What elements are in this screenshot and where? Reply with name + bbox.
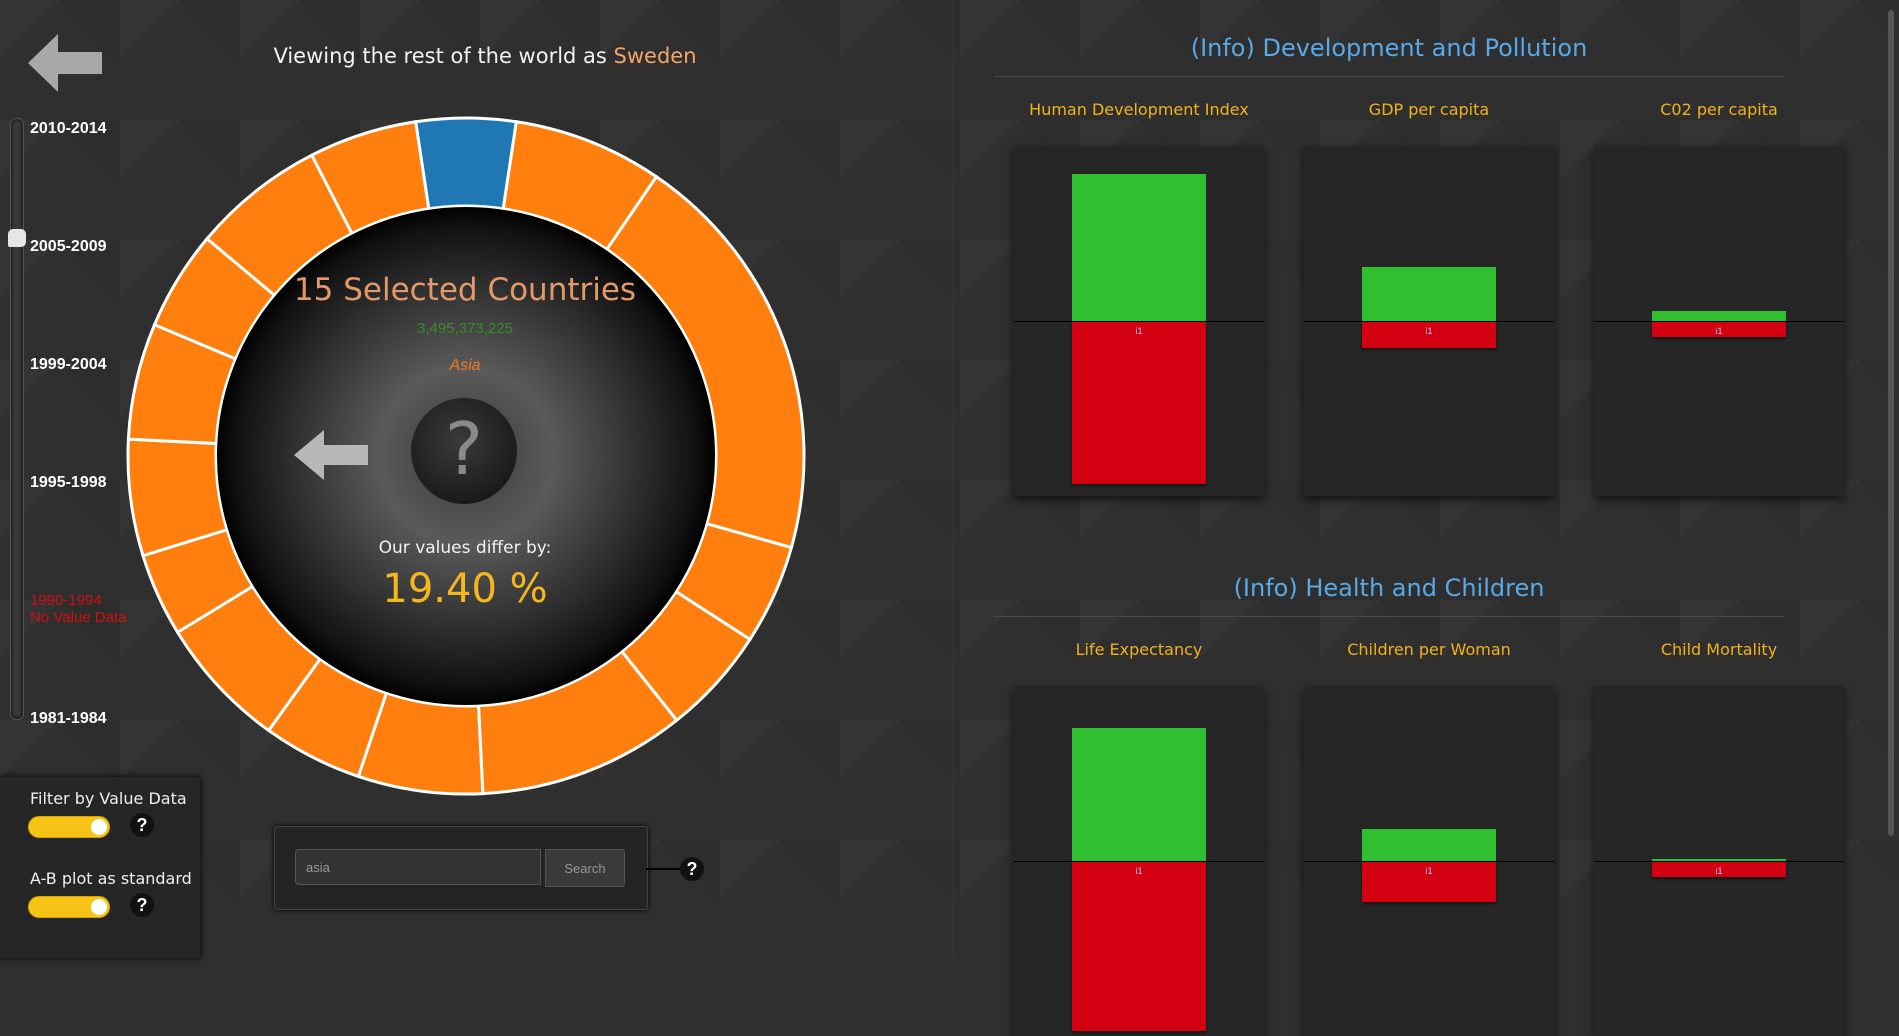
metric-bar-positive xyxy=(1362,267,1496,321)
filter-value-help-icon[interactable]: ? xyxy=(130,813,154,837)
metric-bar-label: i1 xyxy=(1715,866,1723,876)
toggle-knob xyxy=(91,899,107,915)
metric-bar-positive xyxy=(1072,174,1206,321)
metric-bar-negative xyxy=(1072,322,1206,484)
search-input[interactable] xyxy=(295,849,541,885)
metric-title-children-per-woman: Children per Woman xyxy=(1347,640,1511,659)
filter-panel: Filter by Value Data ? A-B plot as stand… xyxy=(0,777,200,958)
metric-bar-positive xyxy=(1652,311,1786,321)
center-question: ? xyxy=(444,407,484,491)
population-total: 3,495,373,225 xyxy=(417,320,513,337)
inner-back-arrow-icon[interactable] xyxy=(294,430,368,480)
period-2005-2009[interactable]: 2005-2009 xyxy=(30,238,107,256)
metric-bar-label: i1 xyxy=(1135,866,1143,876)
section-divider xyxy=(994,616,1784,617)
metric-bar-positive xyxy=(1362,829,1496,861)
filter-value-label: Filter by Value Data xyxy=(30,789,187,808)
toggle-knob xyxy=(91,819,107,835)
metric-chart-hdi: i1 xyxy=(1014,146,1264,496)
metric-chart-child-mortality: i1 xyxy=(1594,686,1844,1036)
comparison-panel: Viewing the rest of the world as Sweden … xyxy=(0,0,952,958)
metric-chart-gdp: i1 xyxy=(1304,146,1554,496)
ab-plot-toggle[interactable] xyxy=(28,896,110,918)
metric-bar-label: i1 xyxy=(1425,866,1433,876)
metric-title-co2: C02 per capita xyxy=(1660,100,1778,119)
ab-plot-help-icon[interactable]: ? xyxy=(130,893,154,917)
period-1999-2004[interactable]: 1999-2004 xyxy=(30,356,107,374)
period-1990-1994[interactable]: 1990-1994 No Value Data xyxy=(30,592,126,626)
ab-plot-label: A-B plot as standard xyxy=(30,869,192,888)
metric-bar-label: i1 xyxy=(1425,326,1433,336)
section-divider xyxy=(994,76,1784,77)
timeline-slider[interactable] xyxy=(10,118,24,720)
metric-bar-positive xyxy=(1072,728,1206,861)
metric-chart-children-per-woman: i1 xyxy=(1304,686,1554,1036)
timeline-slider-handle[interactable] xyxy=(8,229,26,247)
scrollbar[interactable] xyxy=(1888,10,1894,836)
metric-bar-negative xyxy=(1072,862,1206,1031)
metric-bar-positive xyxy=(1652,859,1786,861)
filter-value-toggle[interactable] xyxy=(28,816,110,838)
info-panel: (Info) Development and Pollution Human D… xyxy=(953,0,1899,1036)
differ-label: Our values differ by: xyxy=(378,538,552,558)
metric-title-hdi: Human Development Index xyxy=(1029,100,1249,119)
metric-title-child-mortality: Child Mortality xyxy=(1660,640,1778,659)
differ-value: 19.40 % xyxy=(382,566,548,612)
metric-chart-co2: i1 xyxy=(1594,146,1844,496)
period-1995-1998[interactable]: 1995-1998 xyxy=(30,474,107,492)
search-button[interactable]: Search xyxy=(545,849,625,887)
metric-chart-life-expectancy: i1 xyxy=(1014,686,1264,1036)
title-prefix: Viewing the rest of the world as xyxy=(273,44,614,68)
search-help-icon[interactable]: ? xyxy=(680,857,704,881)
metric-bar-label: i1 xyxy=(1135,326,1143,336)
donut-segment[interactable] xyxy=(413,116,519,211)
region-name: Asia xyxy=(449,357,481,374)
period-2010-2014[interactable]: 2010-2014 xyxy=(30,120,107,138)
search-panel: Search xyxy=(274,826,648,910)
period-1990-1994-label: 1990-1994 xyxy=(30,592,102,609)
selected-countries-count: 15 Selected Countries xyxy=(293,272,637,308)
metric-title-gdp: GDP per capita xyxy=(1368,100,1490,119)
page-title: Viewing the rest of the world as Sweden xyxy=(0,44,970,68)
no-value-data-note: No Value Data xyxy=(30,609,127,626)
section-title-health[interactable]: (Info) Health and Children xyxy=(994,574,1784,602)
section-title-development[interactable]: (Info) Development and Pollution xyxy=(994,34,1784,62)
period-1981-1984[interactable]: 1981-1984 xyxy=(30,710,107,728)
selected-country: Sweden xyxy=(613,44,697,68)
metric-bar-label: i1 xyxy=(1715,326,1723,336)
metric-title-life-expectancy: Life Expectancy xyxy=(1075,640,1203,659)
